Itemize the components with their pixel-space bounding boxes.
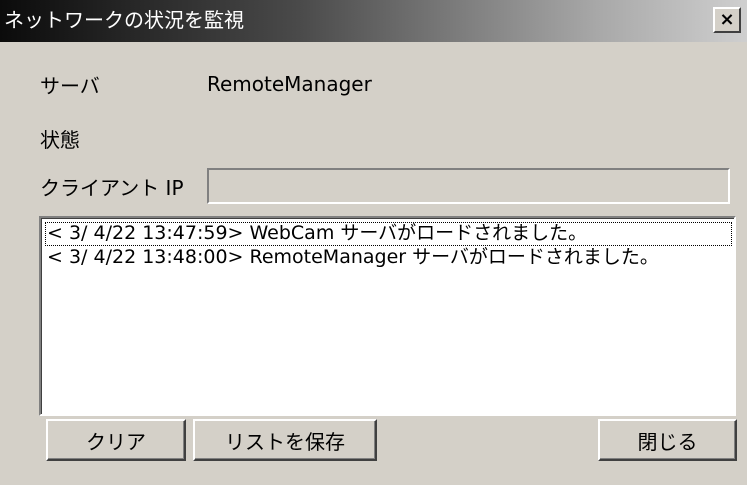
client-ip-label: クライアント IP bbox=[40, 176, 184, 200]
status-label: 状態 bbox=[40, 128, 80, 152]
log-item[interactable]: < 3/ 4/22 13:47:59> WebCam サーバがロードされました。 bbox=[45, 222, 732, 246]
server-label: サーバ bbox=[40, 74, 100, 98]
close-button[interactable]: 閉じる bbox=[598, 419, 737, 461]
title-bar: ネットワークの状況を監視 × bbox=[0, 0, 747, 42]
log-item[interactable]: < 3/ 4/22 13:48:00> RemoteManager サーバがロー… bbox=[45, 246, 732, 270]
close-icon: × bbox=[719, 9, 735, 30]
window-title: ネットワークの状況を監視 bbox=[4, 8, 244, 32]
client-ip-field[interactable] bbox=[207, 168, 730, 204]
close-window-button[interactable]: × bbox=[713, 7, 741, 33]
log-list[interactable]: < 3/ 4/22 13:47:59> WebCam サーバがロードされました。… bbox=[39, 216, 736, 416]
save-list-button[interactable]: リストを保存 bbox=[193, 419, 377, 461]
server-value: RemoteManager bbox=[207, 72, 372, 96]
clear-button[interactable]: クリア bbox=[46, 419, 186, 461]
